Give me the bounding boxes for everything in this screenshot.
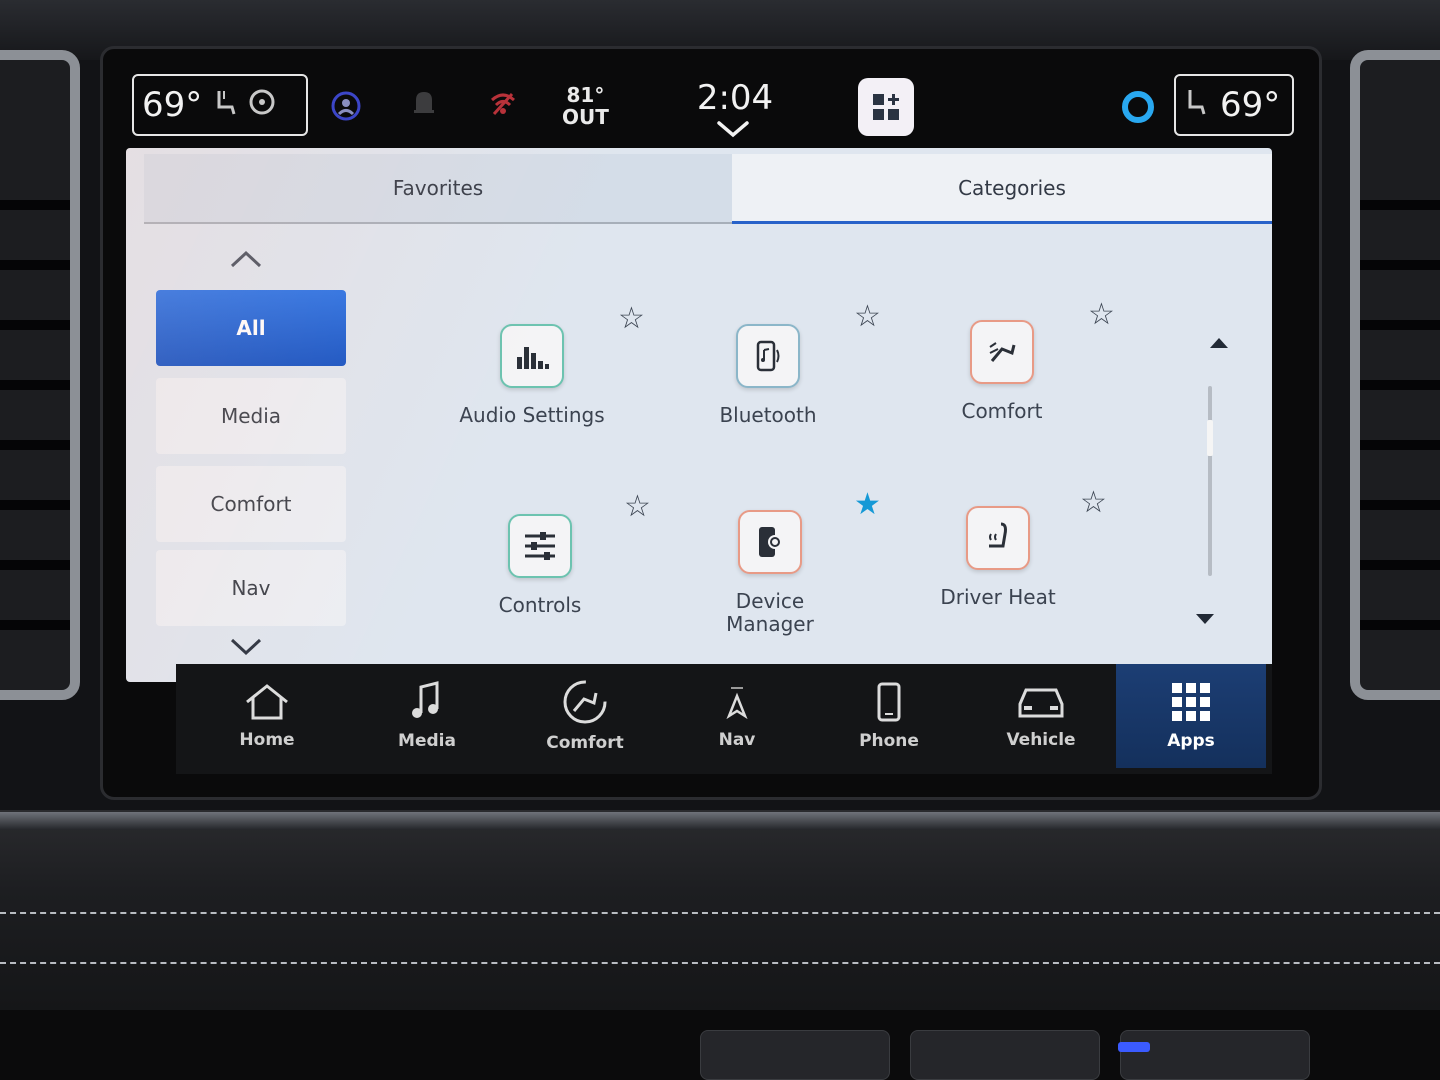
bluetooth-phone-icon bbox=[736, 324, 800, 388]
console-indicator-light bbox=[1118, 1042, 1150, 1052]
console-button bbox=[700, 1030, 890, 1080]
console-button bbox=[1120, 1030, 1310, 1080]
favorite-star-icon[interactable]: ☆ bbox=[1088, 300, 1115, 330]
app-controls[interactable]: Controls bbox=[440, 514, 640, 617]
nav-label: Home bbox=[239, 730, 295, 750]
app-comfort[interactable]: Comfort bbox=[902, 320, 1102, 423]
nav-label: Apps bbox=[1167, 731, 1215, 751]
nav-apps[interactable]: Apps bbox=[1116, 664, 1266, 768]
category-media[interactable]: Media bbox=[156, 378, 346, 454]
tab-categories[interactable]: Categories bbox=[732, 154, 1272, 224]
category-label: Nav bbox=[231, 576, 271, 600]
chevron-down-icon[interactable] bbox=[716, 118, 750, 140]
driver-climate-control[interactable]: 69° bbox=[132, 74, 308, 136]
scrollbar-thumb[interactable] bbox=[1207, 420, 1213, 456]
category-label: Media bbox=[220, 404, 282, 428]
dashboard-chrome-strip bbox=[0, 812, 1440, 830]
left-air-vent bbox=[0, 50, 80, 700]
category-nav[interactable]: Nav bbox=[156, 550, 346, 626]
equalizer-icon bbox=[500, 324, 564, 388]
category-label: Comfort bbox=[210, 492, 292, 516]
driver-profile-icon[interactable] bbox=[330, 90, 362, 128]
apps-panel: Favorites Categories All Media Comfort N… bbox=[126, 148, 1272, 682]
wifi-off-icon bbox=[488, 88, 518, 124]
favorite-star-icon[interactable]: ☆ bbox=[624, 492, 651, 522]
app-driver-heat[interactable]: Driver Heat bbox=[898, 506, 1098, 609]
category-scroll-down-icon[interactable] bbox=[226, 636, 266, 658]
nav-media[interactable]: Media bbox=[352, 664, 502, 768]
outside-temperature: 81° OUT bbox=[562, 84, 609, 128]
nav-phone[interactable]: Phone bbox=[814, 664, 964, 768]
driver-temperature: 69° bbox=[142, 85, 203, 125]
app-label: Audio Settings bbox=[459, 403, 605, 427]
tab-favorites[interactable]: Favorites bbox=[144, 154, 732, 224]
favorite-star-icon[interactable]: ☆ bbox=[1080, 488, 1107, 518]
nav-nav[interactable]: Nav bbox=[662, 664, 812, 768]
seat-airflow-icon bbox=[970, 320, 1034, 384]
steering-wheel-heat-icon bbox=[248, 88, 276, 122]
home-icon bbox=[246, 684, 288, 720]
heated-seat-icon bbox=[966, 506, 1030, 570]
app-label: Bluetooth bbox=[719, 403, 817, 427]
passenger-temperature: 69° bbox=[1220, 85, 1281, 125]
outside-temp-value: 81° bbox=[566, 83, 605, 107]
category-scroll-up-icon[interactable] bbox=[226, 248, 266, 270]
music-note-icon bbox=[412, 681, 439, 718]
tab-favorites-label: Favorites bbox=[392, 176, 484, 200]
dashboard-leather-trim bbox=[0, 810, 1440, 1010]
category-all[interactable]: All bbox=[156, 290, 346, 366]
device-gear-icon bbox=[738, 510, 802, 574]
car-icon bbox=[1018, 688, 1064, 718]
favorite-star-filled-icon[interactable]: ★ bbox=[854, 490, 881, 520]
clock[interactable]: 2:04 bbox=[695, 78, 775, 118]
apps-add-icon bbox=[873, 94, 899, 120]
nav-home[interactable]: Home bbox=[192, 664, 342, 768]
voice-assistant-icon[interactable] bbox=[1122, 91, 1154, 123]
dashboard-stitching bbox=[0, 912, 1440, 914]
tab-categories-label: Categories bbox=[958, 175, 1066, 200]
app-device-manager[interactable]: Device Manager bbox=[670, 510, 870, 636]
favorite-star-icon[interactable]: ☆ bbox=[854, 302, 881, 332]
outside-temp-label: OUT bbox=[562, 105, 609, 129]
nav-comfort[interactable]: Comfort bbox=[510, 664, 660, 768]
phone-icon bbox=[877, 682, 901, 722]
nav-label: Vehicle bbox=[1006, 730, 1076, 750]
nav-label: Phone bbox=[859, 731, 919, 751]
passenger-seat-icon bbox=[1184, 87, 1212, 123]
app-label: Controls bbox=[498, 593, 582, 617]
app-label: Device Manager bbox=[670, 590, 870, 636]
sliders-icon bbox=[508, 514, 572, 578]
compass-icon bbox=[726, 687, 748, 720]
app-label-line: Manager bbox=[726, 612, 814, 636]
list-scroll-down-icon[interactable] bbox=[1196, 614, 1214, 624]
passenger-climate-control[interactable]: 69° bbox=[1174, 74, 1294, 136]
app-label: Driver Heat bbox=[940, 585, 1056, 609]
comfort-seat-icon bbox=[563, 680, 607, 724]
apps-shortcut-button[interactable] bbox=[858, 78, 914, 136]
nav-label: Nav bbox=[718, 730, 756, 750]
app-audio-settings[interactable]: Audio Settings bbox=[432, 324, 632, 427]
right-air-vent bbox=[1350, 50, 1440, 700]
category-label: All bbox=[236, 316, 266, 340]
bottom-nav-bar: Home Media Comfort Nav Phone Vehicle App… bbox=[176, 664, 1272, 774]
app-label: Comfort bbox=[961, 399, 1043, 423]
status-bar: 69° 81° OUT 2:04 69° bbox=[120, 62, 1310, 148]
dashboard-stitching bbox=[0, 962, 1440, 964]
apps-grid-icon bbox=[1172, 683, 1210, 721]
driver-seat-icon bbox=[210, 87, 240, 123]
category-comfort[interactable]: Comfort bbox=[156, 466, 346, 542]
app-bluetooth[interactable]: Bluetooth bbox=[668, 324, 868, 427]
scrollbar-track[interactable] bbox=[1208, 386, 1212, 576]
nav-vehicle[interactable]: Vehicle bbox=[966, 664, 1116, 768]
nav-label: Media bbox=[398, 731, 456, 751]
nav-label: Comfort bbox=[546, 733, 624, 753]
console-button bbox=[910, 1030, 1100, 1080]
favorite-star-icon[interactable]: ☆ bbox=[618, 304, 645, 334]
notification-bell-icon[interactable] bbox=[412, 88, 436, 124]
app-label-line: Device bbox=[735, 589, 805, 613]
list-scroll-up-icon[interactable] bbox=[1210, 338, 1228, 348]
